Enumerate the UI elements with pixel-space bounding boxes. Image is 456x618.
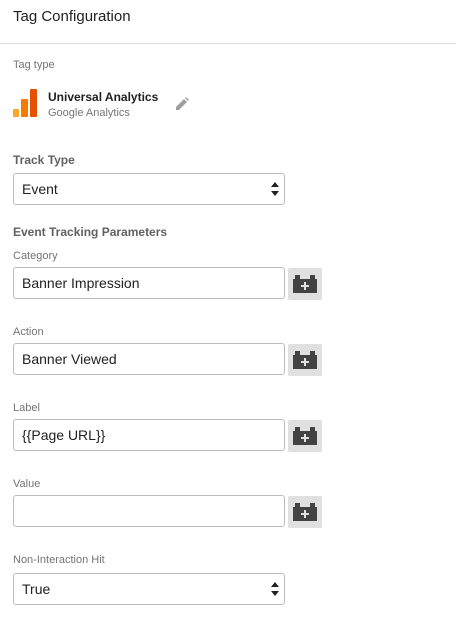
tag-type-selector[interactable]: Universal Analytics Google Analytics bbox=[13, 89, 213, 123]
value-input[interactable] bbox=[13, 495, 285, 527]
action-input[interactable]: Banner Viewed bbox=[13, 343, 285, 375]
label-input[interactable]: {{Page URL}} bbox=[13, 419, 285, 451]
category-input[interactable]: Banner Impression bbox=[13, 267, 285, 299]
select-arrows-icon bbox=[271, 582, 279, 596]
non-interaction-value: True bbox=[22, 581, 51, 597]
event-tracking-heading: Event Tracking Parameters bbox=[13, 225, 168, 239]
action-label: Action bbox=[13, 326, 44, 338]
category-label: Category bbox=[13, 250, 58, 262]
track-type-label: Track Type bbox=[13, 153, 75, 167]
google-analytics-logo-icon bbox=[13, 89, 37, 117]
panel-header: Tag Configuration bbox=[0, 0, 456, 44]
category-variable-button[interactable] bbox=[288, 268, 322, 300]
tag-type-name: Universal Analytics bbox=[48, 90, 159, 104]
value-variable-button[interactable] bbox=[288, 496, 322, 528]
action-variable-button[interactable] bbox=[288, 344, 322, 376]
tag-type-vendor: Google Analytics bbox=[48, 107, 130, 119]
track-type-value: Event bbox=[22, 181, 58, 197]
label-label: Label bbox=[13, 402, 40, 414]
select-arrows-icon bbox=[271, 182, 279, 196]
add-variable-brick-icon bbox=[293, 351, 317, 369]
non-interaction-label: Non-Interaction Hit bbox=[13, 554, 105, 566]
pencil-icon[interactable] bbox=[175, 97, 189, 111]
tag-configuration-panel: Tag Configuration Tag type Universal Ana… bbox=[0, 0, 456, 618]
track-type-select[interactable]: Event bbox=[13, 173, 285, 205]
label-variable-button[interactable] bbox=[288, 420, 322, 452]
add-variable-brick-icon bbox=[293, 503, 317, 521]
panel-title: Tag Configuration bbox=[13, 8, 131, 25]
value-label: Value bbox=[13, 478, 41, 490]
non-interaction-select[interactable]: True bbox=[13, 573, 285, 605]
add-variable-brick-icon bbox=[293, 275, 317, 293]
add-variable-brick-icon bbox=[293, 427, 317, 445]
tag-type-label: Tag type bbox=[13, 59, 55, 71]
